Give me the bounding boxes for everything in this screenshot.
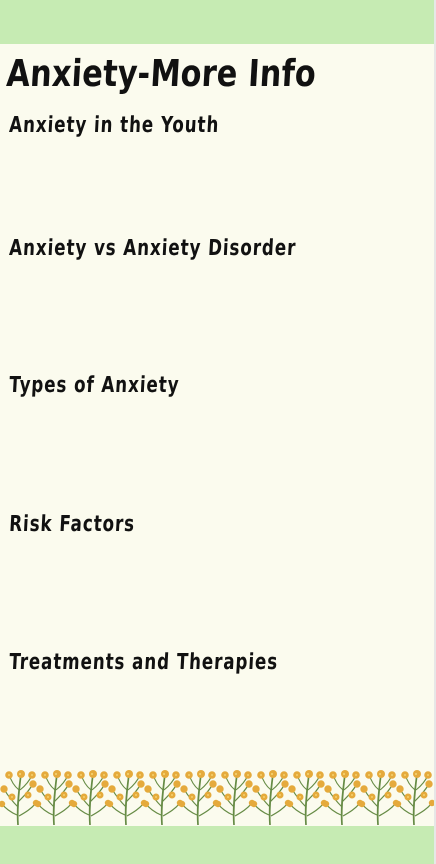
yellow-flower-sprig-icon [0, 769, 41, 826]
top-green-band [0, 0, 434, 44]
yellow-flower-sprig-icon [141, 769, 185, 826]
yellow-flower-sprig-icon [321, 769, 365, 826]
bottom-green-band [0, 826, 434, 864]
page-title: Anxiety-More Info [5, 52, 318, 95]
yellow-flower-sprig-icon [105, 769, 149, 826]
yellow-flower-sprig-icon [249, 769, 293, 826]
yellow-flower-sprig-icon [69, 769, 113, 826]
yellow-flower-sprig-icon [177, 769, 221, 826]
flower-strip-svg [0, 769, 434, 826]
section-link-anxiety-in-the-youth[interactable]: Anxiety in the Youth [8, 111, 220, 141]
yellow-flower-sprig-icon [285, 769, 329, 826]
yellow-flower-sprig-icon [213, 769, 257, 826]
section-link-anxiety-vs-anxiety-disorder[interactable]: Anxiety vs Anxiety Disorder [8, 234, 297, 264]
yellow-flower-sprig-icon [393, 769, 434, 826]
anxiety-more-info-page: Anxiety-More Info Anxiety in the Youth A… [0, 0, 436, 864]
section-link-risk-factors[interactable]: Risk Factors [8, 510, 136, 540]
yellow-flower-sprig-icon [357, 769, 401, 826]
section-link-treatments-and-therapies[interactable]: Treatments and Therapies [8, 648, 279, 678]
decorative-flower-strip [0, 765, 434, 826]
section-link-types-of-anxiety[interactable]: Types of Anxiety [8, 371, 180, 401]
yellow-flower-sprig-icon [33, 769, 77, 826]
